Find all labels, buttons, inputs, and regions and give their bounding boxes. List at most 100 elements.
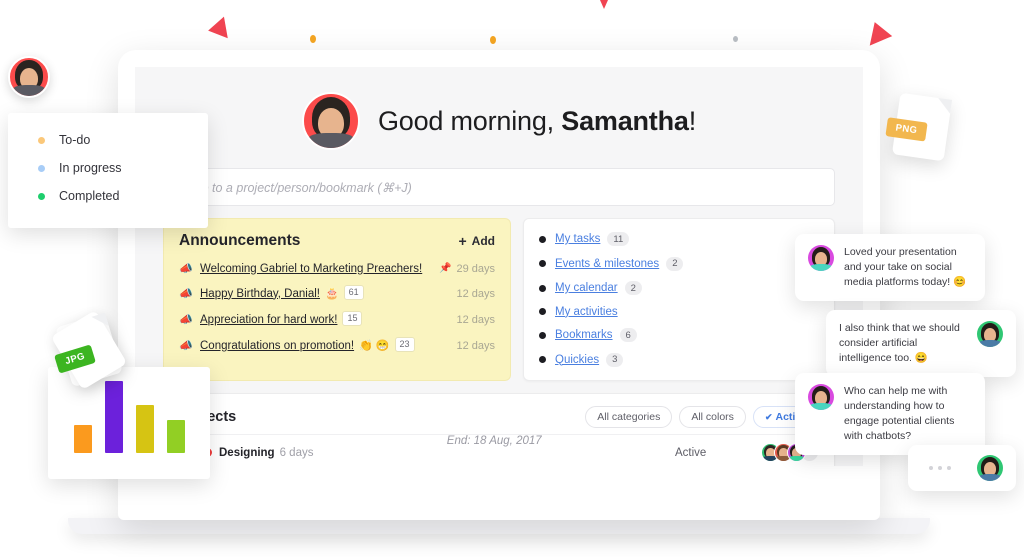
bullet-icon <box>539 308 546 315</box>
laptop-frame: Good morning, Samantha! Jump to a projec… <box>118 50 880 520</box>
quicklink-my-calendar[interactable]: My calendar 2 <box>539 281 819 295</box>
confetti-dot-gray <box>733 36 738 42</box>
announcement-item[interactable]: 📣 Happy Birthday, Danial! 🎂 61 12 days <box>179 285 495 301</box>
reaction-count[interactable]: 23 <box>394 337 415 352</box>
announcements-title: Announcements <box>179 232 301 249</box>
reaction-emoji: 👏 😁 <box>359 340 390 352</box>
legend-item-in-progress: In progress <box>38 161 208 175</box>
avatar-face <box>304 94 358 148</box>
legend-dot-icon <box>38 136 45 144</box>
megaphone-icon: 📣 <box>179 263 193 275</box>
greeting-suffix: ! <box>688 105 697 136</box>
quicklink-quickies[interactable]: Quickies 3 <box>539 352 819 367</box>
quicklink-count: 11 <box>607 232 630 246</box>
quicklink-my-activities[interactable]: My activities <box>539 306 819 318</box>
legend-label: To-do <box>59 133 91 147</box>
megaphone-icon: 📣 <box>179 340 193 352</box>
chat-message-text: I also think that we should consider art… <box>839 322 960 364</box>
project-name: Designing <box>219 446 275 459</box>
announcement-meta: 12 days <box>448 288 495 300</box>
announcement-link[interactable]: Happy Birthday, Danial! <box>200 288 320 300</box>
announcement-age: 12 days <box>456 287 495 300</box>
confetti-dot-orange-1 <box>310 35 316 43</box>
reaction-count[interactable]: 61 <box>343 285 364 300</box>
project-date: End: 18 Aug, 2017 <box>446 434 542 447</box>
chat-message-outgoing[interactable]: I also think that we should consider art… <box>826 310 1016 377</box>
greeting-name: Samantha <box>561 105 689 136</box>
reaction-count[interactable]: 15 <box>342 311 363 326</box>
quicklink-label[interactable]: My activities <box>555 306 618 318</box>
legend-label: In progress <box>59 161 122 175</box>
quicklink-bookmarks[interactable]: Bookmarks 6 <box>539 328 819 342</box>
bullet-icon <box>539 356 546 363</box>
quicklink-label[interactable]: My tasks <box>555 233 600 245</box>
legend-dot-icon <box>38 192 45 200</box>
confetti-dot-orange-2 <box>490 36 496 44</box>
projects-filters: All categories All colors ✔ Active <box>585 405 819 428</box>
status-legend-card: To-do In progress Completed <box>8 113 208 228</box>
avatar-face <box>10 58 48 96</box>
bullet-icon <box>539 260 546 267</box>
bullet-icon <box>539 284 546 292</box>
table-row[interactable]: ☆ Designing 6 days End: 18 Aug, 2017 Act… <box>179 433 819 467</box>
chat-message-text: Loved your presentation and your take on… <box>844 246 967 288</box>
page-title: Good morning, Samantha! <box>378 106 696 137</box>
announcement-item[interactable]: 📣 Welcoming Gabriel to Marketing Preache… <box>179 262 495 276</box>
laptop-base <box>68 518 930 534</box>
announcement-link[interactable]: Appreciation for hard work! <box>200 314 337 326</box>
man-avatar <box>977 455 1003 481</box>
legend-item-completed: Completed <box>38 189 208 203</box>
check-icon: ✔ <box>764 411 773 422</box>
png-file-badge: PNG <box>885 92 953 162</box>
woman-avatar <box>808 384 834 410</box>
quicklink-count: 6 <box>619 328 637 342</box>
search-input[interactable]: Jump to a project/person/bookmark (⌘+J) <box>163 168 835 206</box>
projects-card: Projects All categories All colors ✔Acti… <box>163 392 835 467</box>
search-wrapper: Jump to a project/person/bookmark (⌘+J) <box>135 150 863 206</box>
plus-icon: + <box>458 233 467 249</box>
announcement-link[interactable]: Congratulations on promotion! <box>200 340 354 352</box>
dashboard-columns: Announcements + Add 📣 Welcoming Gabriel … <box>135 206 863 381</box>
chat-message-incoming[interactable]: Loved your presentation and your take on… <box>795 234 985 301</box>
announcement-meta: 12 days <box>448 314 495 326</box>
quicklink-label[interactable]: Quickies <box>555 354 599 366</box>
quicklink-label[interactable]: My calendar <box>555 282 618 294</box>
chart-bar-1 <box>73 425 92 453</box>
project-status: Active <box>675 446 707 459</box>
typing-dots-icon <box>921 466 951 470</box>
bullet-icon <box>539 331 546 339</box>
quicklink-label[interactable]: Events & milestones <box>555 258 659 270</box>
chart-bar-4 <box>166 420 185 453</box>
quicklink-events-milestones[interactable]: Events & milestones 2 <box>539 256 819 271</box>
projects-header: Projects All categories All colors ✔Acti… <box>179 405 819 428</box>
quicklinks-card: My tasks 11 Events & milestones 2 My cal… <box>523 218 835 381</box>
png-file-label: PNG <box>885 117 928 142</box>
announcement-meta: 12 days <box>448 340 495 352</box>
chart-bar-2 <box>104 381 123 453</box>
announcement-item[interactable]: 📣 Congratulations on promotion! 👏 😁 23 1… <box>179 337 495 353</box>
project-date-wrap: End: 18 Aug, 2017 <box>313 435 675 467</box>
chat-message-text: Who can help me with understanding how t… <box>844 385 955 442</box>
filter-all-colors[interactable]: All colors <box>679 405 746 428</box>
megaphone-icon: 📣 <box>179 314 193 326</box>
chat-message-incoming[interactable]: Who can help me with understanding how t… <box>795 373 985 455</box>
add-label: Add <box>471 234 495 248</box>
quicklink-count: 3 <box>606 352 624 367</box>
greeting-header: Good morning, Samantha! <box>135 67 863 150</box>
quicklink-label[interactable]: Bookmarks <box>555 329 613 341</box>
announcement-link[interactable]: Welcoming Gabriel to Marketing Preachers… <box>200 263 422 275</box>
announcement-age: 12 days <box>456 313 495 326</box>
add-announcement-button[interactable]: + Add <box>458 234 495 248</box>
pin-icon: 📌 <box>439 263 452 274</box>
confetti-triangle-right <box>869 22 895 50</box>
chart-bar-3 <box>135 405 154 453</box>
filter-all-categories[interactable]: All categories <box>585 405 673 428</box>
woman-avatar <box>808 245 834 271</box>
bullet-icon <box>539 235 546 243</box>
man-avatar <box>977 321 1003 347</box>
user-avatar[interactable] <box>301 92 360 150</box>
floating-user-avatar[interactable] <box>8 56 50 98</box>
announcement-item[interactable]: 📣 Appreciation for hard work! 15 12 days <box>179 311 495 327</box>
quicklink-my-tasks[interactable]: My tasks 11 <box>539 232 819 246</box>
announcement-age: 12 days <box>456 339 495 352</box>
